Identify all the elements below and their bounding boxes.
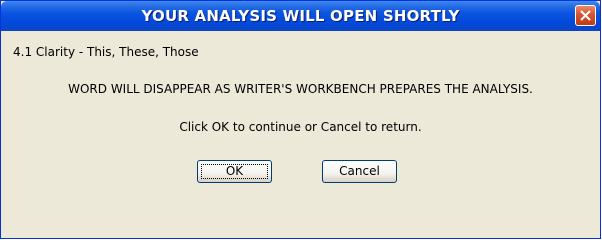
dialog-title: YOUR ANALYSIS WILL OPEN SHORTLY (141, 7, 460, 25)
dialog-body: 4.1 Clarity - This, These, Those WORD WI… (4, 31, 597, 236)
warning-message: WORD WILL DISAPPEAR AS WRITER'S WORKBENC… (68, 82, 533, 96)
focus-ring (201, 164, 268, 179)
title-bar[interactable]: YOUR ANALYSIS WILL OPEN SHORTLY (1, 1, 600, 31)
ok-button[interactable]: OK (197, 160, 272, 183)
dialog-window: YOUR ANALYSIS WILL OPEN SHORTLY 4.1 Clar… (0, 0, 601, 239)
instruction-text: Click OK to continue or Cancel to return… (179, 120, 422, 134)
cancel-button-label: Cancel (339, 164, 380, 178)
close-icon (580, 10, 591, 21)
analysis-name: 4.1 Clarity - This, These, Those (13, 45, 199, 59)
cancel-button[interactable]: Cancel (322, 160, 397, 183)
close-button[interactable] (575, 5, 596, 26)
